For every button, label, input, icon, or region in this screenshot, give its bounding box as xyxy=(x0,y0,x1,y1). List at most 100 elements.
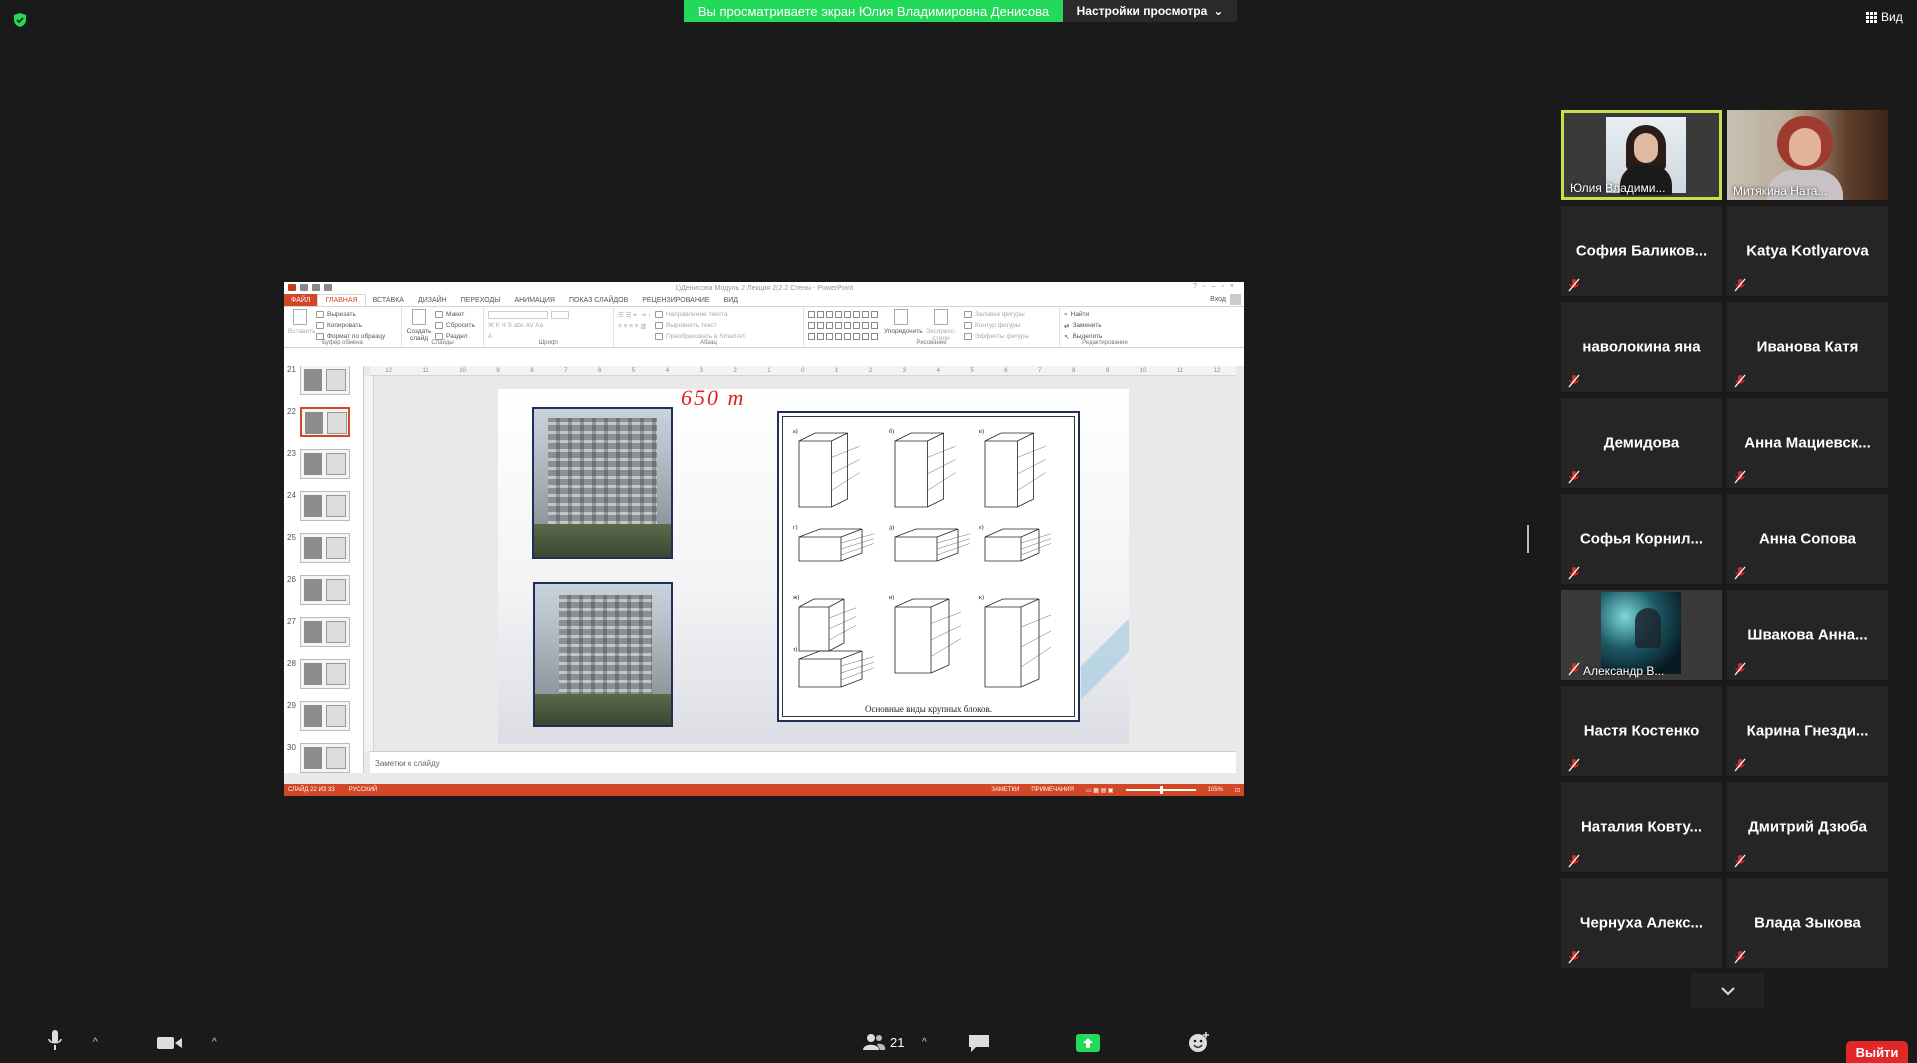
gallery-scroll-down-button[interactable] xyxy=(1691,973,1764,1008)
arrange-button[interactable]: Упорядочить xyxy=(884,328,923,335)
panel-resize-handle[interactable] xyxy=(1527,525,1529,553)
participant-tile[interactable]: Katya Kotlyarova xyxy=(1727,206,1888,296)
find-button[interactable]: ⌕ Найти xyxy=(1064,309,1146,320)
shape-outline-button[interactable]: Контур фигуры xyxy=(964,320,1029,331)
participant-tile[interactable]: Настя Костенко xyxy=(1561,686,1722,776)
tab-animation[interactable]: АНИМАЦИЯ xyxy=(507,294,562,306)
layout-button[interactable]: Макет xyxy=(435,309,475,320)
ppt-login[interactable]: Вход xyxy=(1210,296,1226,303)
participant-name: Влада Зыкова xyxy=(1754,914,1861,932)
ruler-tick: 8 xyxy=(530,367,534,374)
comments-toggle[interactable]: ПРИМЕЧАНИЯ xyxy=(1031,787,1074,793)
slide-thumbnail[interactable]: 29 xyxy=(284,699,363,741)
align-buttons[interactable]: ≡ ≡ ≡ ≡ ▥ xyxy=(618,320,651,331)
tab-transitions[interactable]: ПЕРЕХОДЫ xyxy=(454,294,508,306)
shape-fill-button[interactable]: Заливка фигуры xyxy=(964,309,1029,320)
zoom-level[interactable]: 105% xyxy=(1208,787,1223,793)
tab-home[interactable]: ГЛАВНАЯ xyxy=(317,294,366,306)
slide-thumbnail[interactable]: 25 xyxy=(284,531,363,573)
participant-name: Анна Сопова xyxy=(1758,530,1857,548)
security-shield-icon[interactable] xyxy=(12,12,28,28)
view-settings-button[interactable]: Настройки просмотра ⌄ xyxy=(1063,0,1237,22)
slide-thumbnail[interactable]: 23 xyxy=(284,447,363,489)
video-options-caret[interactable]: ^ xyxy=(212,1037,217,1048)
participant-tile[interactable]: Влада Зыкова xyxy=(1727,878,1888,968)
tab-design[interactable]: ДИЗАЙН xyxy=(411,294,454,306)
participant-tile[interactable]: София Баликов... xyxy=(1561,206,1722,296)
slide-thumbnail[interactable]: 24 xyxy=(284,489,363,531)
tab-view[interactable]: ВИД xyxy=(717,294,745,306)
muted-mic-icon xyxy=(1733,662,1747,676)
slide-thumbnail[interactable]: 27 xyxy=(284,615,363,657)
building-photo-bottom[interactable] xyxy=(533,582,673,727)
tab-review[interactable]: РЕЦЕНЗИРОВАНИЕ xyxy=(635,294,716,306)
share-screen-button[interactable] xyxy=(1076,1034,1100,1052)
list-buttons[interactable]: ☰ ☰ ⇤ ⇥ ↕ xyxy=(618,309,651,320)
font-format-buttons[interactable]: Ж К Ч S abc AV Aa xyxy=(488,320,609,331)
reactions-button[interactable] xyxy=(1188,1031,1210,1053)
microphone-icon xyxy=(48,1030,62,1050)
mute-button[interactable] xyxy=(48,1030,62,1052)
shapes-gallery[interactable] xyxy=(808,311,878,342)
participant-tile[interactable]: Софья Корнил... xyxy=(1561,494,1722,584)
slide-thumbnail[interactable]: 22 xyxy=(284,405,363,447)
muted-mic-icon xyxy=(1733,950,1747,964)
participant-tile[interactable]: Иванова Катя xyxy=(1727,302,1888,392)
participant-tile[interactable]: Чернуха Алекс... xyxy=(1561,878,1722,968)
paste-button[interactable]: Вставить xyxy=(288,328,316,335)
text-direction-button[interactable]: Направление текста xyxy=(655,309,745,320)
copy-button[interactable]: Копировать xyxy=(316,320,385,331)
building-photo-top[interactable] xyxy=(532,407,673,559)
tab-insert[interactable]: ВСТАВКА xyxy=(366,294,411,306)
tab-file[interactable]: ФАЙЛ xyxy=(284,294,318,306)
ppt-window-title: 1)Денисова Модуль 2 Лекция 2(2.2 Стены -… xyxy=(674,284,854,292)
ruler-tick: 11 xyxy=(422,367,429,374)
slide-thumbnail[interactable]: 21 xyxy=(284,366,363,405)
leave-meeting-button[interactable]: Выйти xyxy=(1846,1041,1908,1063)
slide-thumbnail[interactable]: 26 xyxy=(284,573,363,615)
reset-button[interactable]: Сбросить xyxy=(435,320,475,331)
replace-button[interactable]: ⇄ Заменить xyxy=(1064,320,1146,331)
view-layout-button[interactable]: Вид xyxy=(1866,10,1903,24)
fit-slide-icon[interactable]: ⊡ xyxy=(1235,787,1240,794)
share-screen-icon xyxy=(1076,1034,1100,1052)
participant-tile[interactable]: наволокина яна xyxy=(1561,302,1722,392)
video-button[interactable] xyxy=(157,1035,183,1051)
notes-toggle[interactable]: ЗАМЕТКИ xyxy=(991,787,1019,793)
participant-tile[interactable]: Швакова Анна... xyxy=(1727,590,1888,680)
participant-tile[interactable]: Карина Гнезди... xyxy=(1727,686,1888,776)
participant-tile[interactable]: Анна Мациевск... xyxy=(1727,398,1888,488)
ruler-tick: 7 xyxy=(564,367,568,374)
block-label: е) xyxy=(979,524,984,531)
text-direction-icon xyxy=(655,311,664,318)
view-mode-icons[interactable]: ▭ ▦ ▤ ▣ xyxy=(1086,787,1114,794)
participant-tile[interactable]: Митякина Ната... xyxy=(1727,110,1888,200)
slide-thumbnail[interactable]: 30 xyxy=(284,741,363,773)
audio-options-caret[interactable]: ^ xyxy=(93,1037,98,1048)
ruler-tick: 12 xyxy=(385,367,392,374)
participant-tile[interactable]: Демидова xyxy=(1561,398,1722,488)
font-family-select[interactable] xyxy=(488,310,548,319)
participants-options-caret[interactable]: ^ xyxy=(922,1037,927,1048)
tab-slideshow[interactable]: ПОКАЗ СЛАЙДОВ xyxy=(562,294,635,306)
large-blocks-drawing[interactable]: а) б) в) г) д) е) ж) и) к) з) Основные виды крупн… xyxy=(777,411,1080,722)
participant-tile[interactable]: Дмитрий Дзюба xyxy=(1727,782,1888,872)
shared-screen[interactable]: 1)Денисова Модуль 2 Лекция 2(2.2 Стены -… xyxy=(284,282,1244,796)
zoom-slider[interactable] xyxy=(1125,786,1196,794)
participant-tile[interactable]: Александр В... xyxy=(1561,590,1722,680)
align-text-button[interactable]: Выровнять текст xyxy=(655,320,745,331)
slide-thumbnail[interactable]: 28 xyxy=(284,657,363,699)
slide-thumbnail-number: 27 xyxy=(287,617,296,626)
participants-button[interactable]: 21 xyxy=(862,1033,904,1051)
chat-button[interactable] xyxy=(968,1033,990,1053)
language-indicator[interactable]: РУССКИЙ xyxy=(349,787,377,793)
block-sketch: в) xyxy=(979,428,1046,508)
slide-notes[interactable]: Заметки к слайду xyxy=(370,751,1236,773)
participant-tile[interactable]: Юлия Владими... xyxy=(1561,110,1722,200)
participant-tile[interactable]: Анна Сопова xyxy=(1727,494,1888,584)
slide-thumbnails-panel[interactable]: 21 22 23 24 25 26 27 28 29 30 xyxy=(284,366,364,773)
cut-button[interactable]: Вырезать xyxy=(316,309,385,320)
slide-canvas[interactable]: 650 т а) б) в) г) д) е) ж) и) к) з) Основные виды… xyxy=(498,389,1129,744)
participant-tile[interactable]: Наталия Ковту... xyxy=(1561,782,1722,872)
font-size-select[interactable] xyxy=(551,310,569,319)
